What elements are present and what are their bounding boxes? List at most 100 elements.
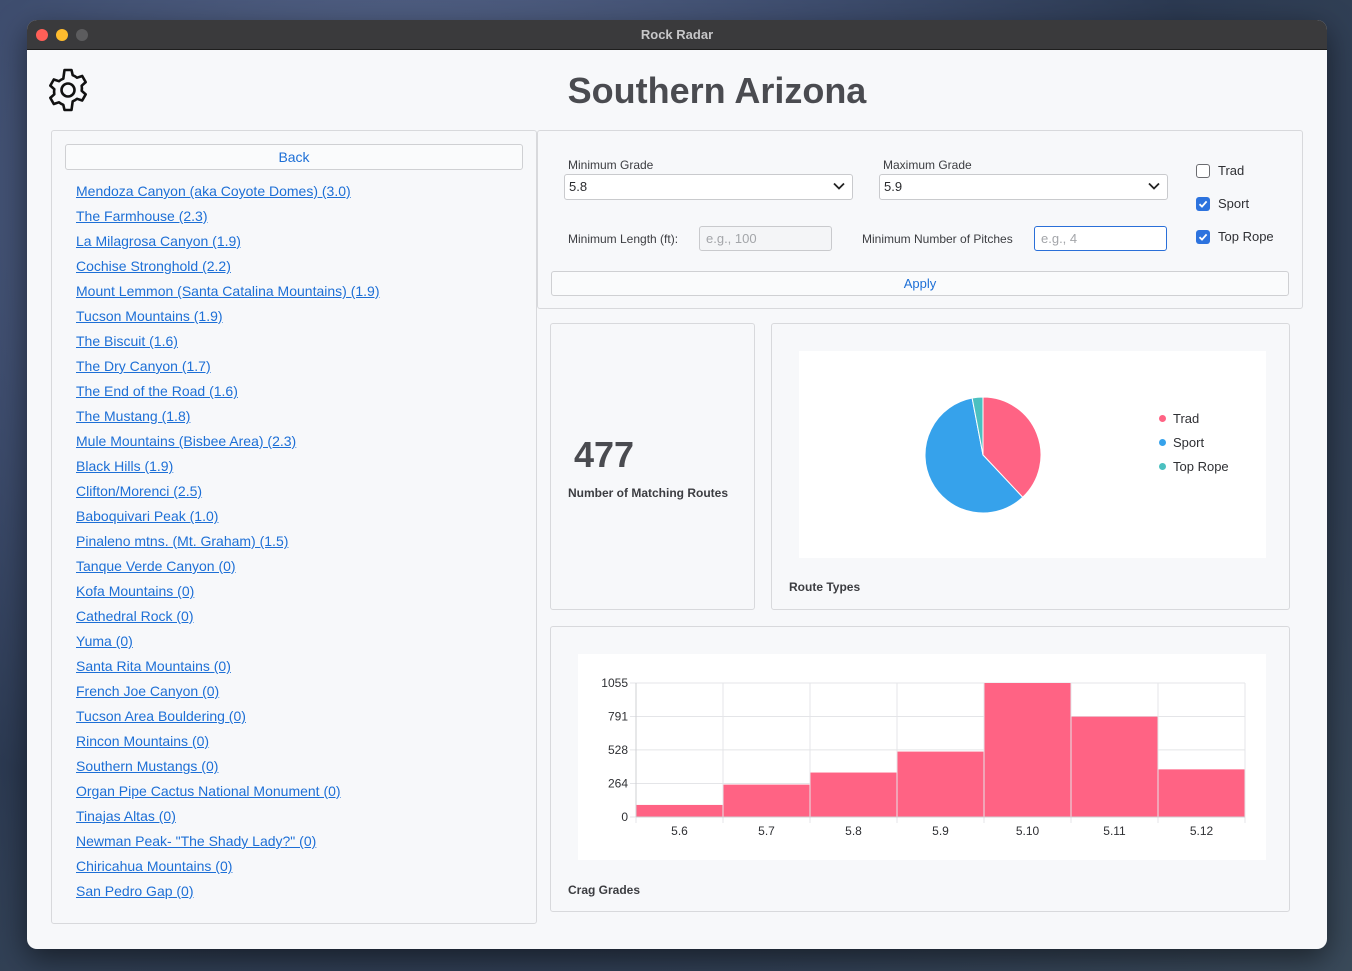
- list-item: Clifton/Morenci (2.5): [76, 481, 379, 506]
- bar-5.10: [984, 683, 1071, 817]
- crag-link[interactable]: The Biscuit (1.6): [76, 333, 178, 349]
- min-grade-label: Minimum Grade: [568, 158, 654, 172]
- crag-link[interactable]: La Milagrosa Canyon (1.9): [76, 233, 241, 249]
- crag-link[interactable]: Organ Pipe Cactus National Monument (0): [76, 783, 341, 799]
- crag-link[interactable]: San Pedro Gap (0): [76, 883, 194, 899]
- max-grade-select[interactable]: 5.9: [879, 174, 1168, 200]
- bar-5.6: [636, 804, 723, 817]
- title-bar: Rock Radar: [27, 20, 1327, 50]
- crag-grades-panel: 0 264 528 791 1055 5.6 5.7 5.8 5.9 5.10 5.11 5.12 C…: [550, 626, 1290, 912]
- crag-list-panel: Back Mendoza Canyon (aka Coyote Domes) (…: [51, 130, 537, 924]
- apply-button[interactable]: Apply: [551, 271, 1289, 296]
- list-item: Cathedral Rock (0): [76, 606, 379, 631]
- list-item: Tucson Area Bouldering (0): [76, 706, 379, 731]
- list-item: Yuma (0): [76, 631, 379, 656]
- crag-link[interactable]: Black Hills (1.9): [76, 458, 173, 474]
- list-item: Organ Pipe Cactus National Monument (0): [76, 781, 379, 806]
- crag-link[interactable]: Tanque Verde Canyon (0): [76, 558, 236, 574]
- chevron-down-icon: [1148, 182, 1160, 190]
- top-rope-checkbox-label: Top Rope: [1218, 229, 1274, 244]
- crag-link[interactable]: French Joe Canyon (0): [76, 683, 219, 699]
- crag-link[interactable]: Santa Rita Mountains (0): [76, 658, 231, 674]
- check-icon: [1198, 233, 1208, 241]
- crag-link[interactable]: Tucson Mountains (1.9): [76, 308, 223, 324]
- list-item: San Pedro Gap (0): [76, 881, 379, 906]
- check-icon: [1198, 200, 1208, 208]
- route-count-label: Number of Matching Routes: [568, 486, 729, 500]
- crag-list: Mendoza Canyon (aka Coyote Domes) (3.0) T…: [76, 181, 379, 906]
- y-tick-label: 791: [608, 710, 628, 724]
- list-item: Santa Rita Mountains (0): [76, 656, 379, 681]
- app-window: Rock Radar Southern Arizona Back Mendoza…: [27, 20, 1327, 949]
- bar-5.9: [897, 751, 984, 817]
- pie-legend: Trad Sport Top Rope: [1159, 411, 1229, 483]
- crag-link[interactable]: Tinajas Altas (0): [76, 808, 176, 824]
- pie-chart: [924, 396, 1042, 514]
- crag-link[interactable]: Mule Mountains (Bisbee Area) (2.3): [76, 433, 296, 449]
- list-item: French Joe Canyon (0): [76, 681, 379, 706]
- x-tick-label: 5.8: [845, 824, 862, 838]
- top-rope-checkbox[interactable]: [1196, 230, 1210, 244]
- list-item: Tinajas Altas (0): [76, 806, 379, 831]
- crag-link[interactable]: Baboquivari Peak (1.0): [76, 508, 218, 524]
- legend-item: Trad: [1159, 411, 1229, 435]
- crag-link[interactable]: The Farmhouse (2.3): [76, 208, 208, 224]
- x-tick-label: 5.7: [758, 824, 775, 838]
- back-button[interactable]: Back: [65, 144, 523, 170]
- crag-link[interactable]: Cochise Stronghold (2.2): [76, 258, 231, 274]
- crag-link[interactable]: Chiricahua Mountains (0): [76, 858, 232, 874]
- list-item: Newman Peak- "The Shady Lady?" (0): [76, 831, 379, 856]
- crag-link[interactable]: Kofa Mountains (0): [76, 583, 194, 599]
- crag-link[interactable]: Clifton/Morenci (2.5): [76, 483, 202, 499]
- crag-link[interactable]: Cathedral Rock (0): [76, 608, 194, 624]
- trad-checkbox-label: Trad: [1218, 163, 1245, 178]
- trad-checkbox[interactable]: [1196, 164, 1210, 178]
- route-count-panel: 477 Number of Matching Routes: [550, 323, 755, 610]
- min-length-label: Minimum Length (ft):: [568, 232, 679, 246]
- list-item: La Milagrosa Canyon (1.9): [76, 231, 379, 256]
- max-grade-value: 5.9: [884, 179, 903, 194]
- min-pitches-label: Minimum Number of Pitches: [862, 232, 1013, 246]
- route-types-panel: Trad Sport Top Rope Route Types: [771, 323, 1290, 610]
- crag-link[interactable]: The Dry Canyon (1.7): [76, 358, 211, 374]
- crag-link[interactable]: Newman Peak- "The Shady Lady?" (0): [76, 833, 316, 849]
- chevron-down-icon: [833, 182, 845, 190]
- list-item: The Biscuit (1.6): [76, 331, 379, 356]
- crag-link[interactable]: Pinaleno mtns. (Mt. Graham) (1.5): [76, 533, 288, 549]
- crag-link[interactable]: Yuma (0): [76, 633, 133, 649]
- crag-link[interactable]: Tucson Area Bouldering (0): [76, 708, 246, 724]
- window-title: Rock Radar: [640, 27, 714, 42]
- crag-grades-title: Crag Grades: [568, 883, 641, 897]
- list-item: Mule Mountains (Bisbee Area) (2.3): [76, 431, 379, 456]
- page-title: Southern Arizona: [567, 70, 867, 111]
- x-tick-label: 5.12: [1190, 824, 1214, 838]
- crag-link[interactable]: Rincon Mountains (0): [76, 733, 209, 749]
- min-pitches-input[interactable]: e.g., 4: [1034, 226, 1167, 251]
- crag-link[interactable]: Mount Lemmon (Santa Catalina Mountains) …: [76, 283, 379, 299]
- list-item: Chiricahua Mountains (0): [76, 856, 379, 881]
- sport-checkbox[interactable]: [1196, 197, 1210, 211]
- min-grade-value: 5.8: [569, 179, 588, 194]
- list-item: The End of the Road (1.6): [76, 381, 379, 406]
- bar-5.7: [723, 784, 810, 817]
- route-types-title: Route Types: [789, 580, 861, 594]
- list-item: Baboquivari Peak (1.0): [76, 506, 379, 531]
- legend-swatch: [1159, 463, 1166, 470]
- crag-link[interactable]: Mendoza Canyon (aka Coyote Domes) (3.0): [76, 183, 351, 199]
- bar-5.8: [810, 772, 897, 817]
- route-types-chart: Trad Sport Top Rope: [799, 351, 1266, 558]
- min-length-input[interactable]: e.g., 100: [699, 226, 832, 251]
- legend-item: Sport: [1159, 435, 1229, 459]
- y-tick-label: 264: [608, 776, 628, 790]
- list-item: The Dry Canyon (1.7): [76, 356, 379, 381]
- crag-link[interactable]: The Mustang (1.8): [76, 408, 190, 424]
- crag-link[interactable]: The End of the Road (1.6): [76, 383, 238, 399]
- min-grade-select[interactable]: 5.8: [564, 174, 853, 200]
- crag-link[interactable]: Southern Mustangs (0): [76, 758, 218, 774]
- legend-item: Top Rope: [1159, 459, 1229, 483]
- list-item: Mount Lemmon (Santa Catalina Mountains) …: [76, 281, 379, 306]
- list-item: Rincon Mountains (0): [76, 731, 379, 756]
- list-item: Cochise Stronghold (2.2): [76, 256, 379, 281]
- x-tick-label: 5.6: [671, 824, 688, 838]
- x-tick-label: 5.9: [932, 824, 949, 838]
